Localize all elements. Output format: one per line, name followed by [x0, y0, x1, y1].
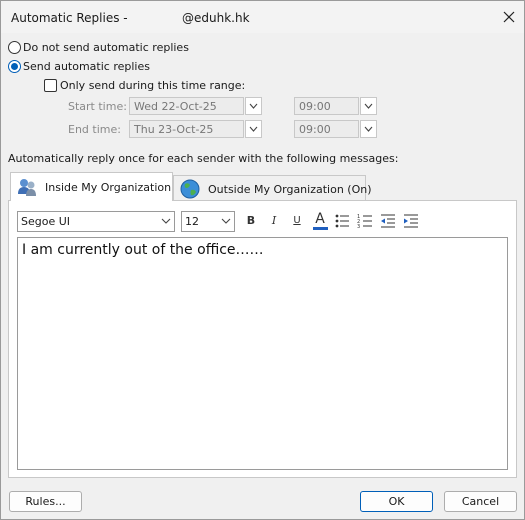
window-title: Automatic Replies - [11, 11, 132, 25]
font-color-button[interactable]: A [310, 210, 330, 230]
time-range-checkbox[interactable] [44, 79, 57, 92]
tab-inside-label: Inside My Organization [45, 181, 172, 194]
message-text: I am currently out of the office…… [22, 242, 264, 258]
title-bar: Automatic Replies - @eduhk.hk [1, 1, 524, 33]
tab-inside-organization[interactable]: Inside My Organization [10, 172, 173, 201]
end-time-label: End time: [68, 123, 121, 136]
close-icon [503, 11, 515, 23]
font-color-glyph: A [315, 211, 325, 227]
increase-indent-icon[interactable] [402, 212, 420, 230]
bold-button[interactable]: B [241, 212, 261, 230]
chevron-down-icon [249, 126, 258, 132]
end-date-field[interactable]: Thu 23-Oct-25 [129, 120, 244, 138]
chevron-down-icon [364, 126, 373, 132]
start-date-dropdown[interactable] [245, 97, 262, 115]
chevron-down-icon [364, 103, 373, 109]
close-button[interactable] [499, 8, 519, 26]
send-reply-label[interactable]: Send automatic replies [23, 60, 150, 73]
tab-outside-organization[interactable]: Outside My Organization (On) [173, 175, 372, 201]
font-size-value: 12 [185, 215, 199, 228]
end-time-field[interactable]: 09:00 [294, 120, 359, 138]
bullet-list-icon[interactable] [333, 212, 351, 230]
chevron-down-icon [221, 218, 231, 224]
time-range-label[interactable]: Only send during this time range: [60, 79, 245, 92]
start-time-dropdown[interactable] [360, 97, 377, 115]
instruction-text: Automatically reply once for each sender… [8, 152, 399, 165]
window-title-email: @eduhk.hk [182, 11, 250, 25]
chevron-down-icon [161, 218, 171, 224]
send-reply-radio[interactable] [8, 60, 21, 73]
cancel-button[interactable]: Cancel [444, 491, 517, 512]
people-icon [18, 179, 36, 196]
start-date-field[interactable]: Wed 22-Oct-25 [129, 97, 244, 115]
numbered-list-icon[interactable]: 1 2 3 [356, 212, 374, 230]
font-color-bar [313, 227, 328, 230]
chevron-down-icon [249, 103, 258, 109]
ok-button[interactable]: OK [360, 491, 433, 512]
italic-button[interactable]: I [264, 212, 284, 230]
svg-text:3: 3 [357, 224, 360, 230]
no-reply-label[interactable]: Do not send automatic replies [23, 41, 189, 54]
message-editor[interactable]: I am currently out of the office…… [17, 237, 508, 470]
font-name-select[interactable]: Segoe UI [17, 211, 175, 232]
rules-button[interactable]: Rules... [9, 491, 82, 512]
font-size-select[interactable]: 12 [181, 211, 235, 232]
font-name-value: Segoe UI [21, 215, 71, 228]
automatic-replies-dialog: Automatic Replies - @eduhk.hk Do not sen… [0, 0, 525, 520]
decrease-indent-icon[interactable] [379, 212, 397, 230]
underline-button[interactable]: U [287, 212, 307, 230]
tab-outside-label: Outside My Organization (On) [208, 183, 372, 196]
globe-icon [180, 179, 200, 199]
start-time-label: Start time: [68, 100, 127, 113]
no-reply-radio[interactable] [8, 41, 21, 54]
end-time-dropdown[interactable] [360, 120, 377, 138]
end-date-dropdown[interactable] [245, 120, 262, 138]
start-time-field[interactable]: 09:00 [294, 97, 359, 115]
